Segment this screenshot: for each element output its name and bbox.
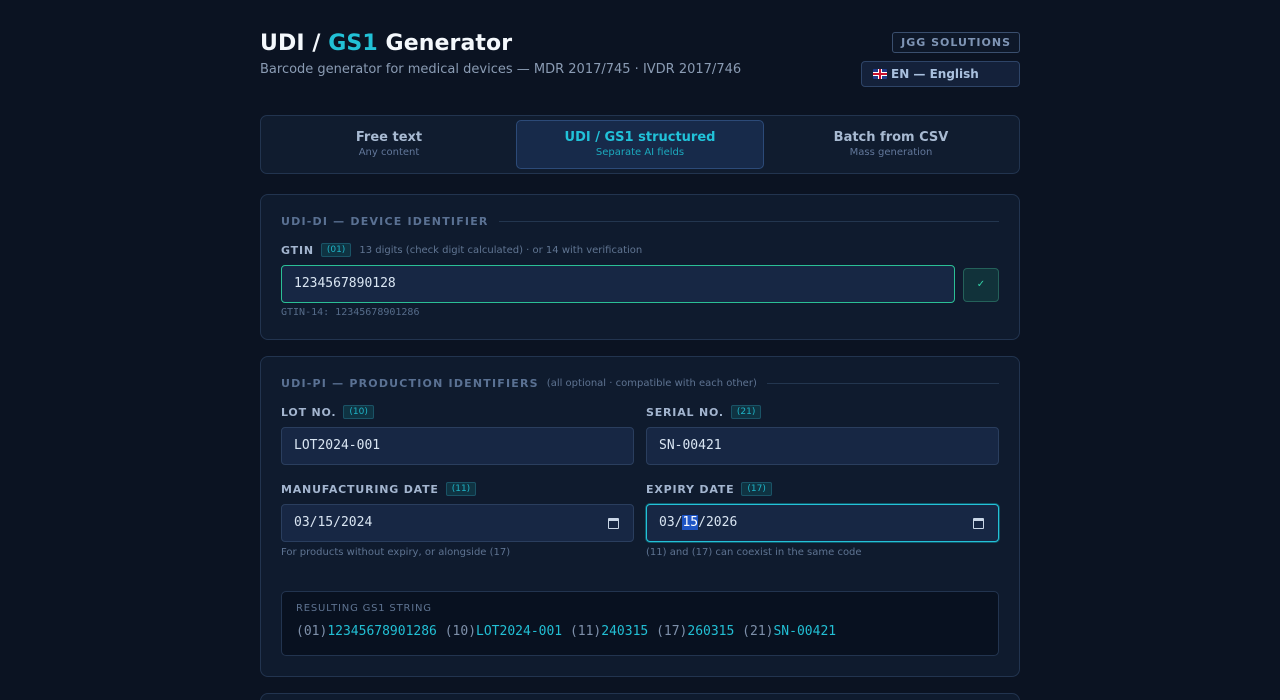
ai-code: (01): [296, 624, 328, 639]
ai-value: 260315: [687, 624, 735, 639]
tab-sublabel: Any content: [358, 147, 420, 158]
exp-label: EXPIRY DATE: [646, 482, 735, 496]
title-part: UDI /: [260, 31, 329, 56]
gs1-string: (01)12345678901286 (10)LOT2024-001 (11)2…: [296, 624, 836, 639]
tab-free-text[interactable]: Free text Any content: [265, 120, 513, 169]
gtin-input[interactable]: 1234567890128: [281, 265, 955, 303]
section-header: UDI-PI — PRODUCTION IDENTIFIERS (all opt…: [281, 375, 999, 391]
tab-udi-gs1-structured[interactable]: UDI / GS1 structured Separate AI fields: [516, 120, 764, 169]
mfg-date-value: 03/15/2024: [294, 515, 373, 530]
title-part: Generator: [377, 31, 513, 56]
udi-di-card: UDI-DI — DEVICE IDENTIFIER GTIN (01) 13 …: [260, 194, 1020, 340]
ai-code: (21): [742, 624, 774, 639]
ai-code: (10): [444, 624, 477, 639]
exp-label-row: EXPIRY DATE (17): [646, 482, 772, 496]
mfg-note: For products without expiry, or alongsid…: [281, 547, 511, 558]
tab-sublabel: Mass generation: [849, 147, 933, 158]
page-subtitle: Barcode generator for medical devices — …: [260, 62, 742, 77]
ai-badge: (10): [343, 405, 374, 419]
gtin-label-row: GTIN (01) 13 digits (check digit calcula…: [281, 243, 642, 257]
language-selector[interactable]: EN — English: [861, 61, 1020, 87]
ai-value: SN-00421: [773, 624, 837, 639]
title-accent: GS1: [328, 31, 378, 56]
serial-input[interactable]: SN-00421: [646, 427, 999, 465]
section-title: UDI-DI — DEVICE IDENTIFIER: [281, 214, 489, 228]
udi-pi-card: UDI-PI — PRODUCTION IDENTIFIERS (all opt…: [260, 356, 1020, 677]
ai-value: 12345678901286: [327, 624, 437, 639]
serial-label-row: SERIAL NO. (21): [646, 405, 762, 419]
section-note: (all optional · compatible with each oth…: [546, 377, 757, 389]
expiry-day-selected: 15: [682, 515, 699, 530]
mfg-date-input[interactable]: 03/15/2024: [281, 504, 634, 542]
next-card: [260, 693, 1020, 700]
check-icon[interactable]: ✓: [963, 268, 999, 302]
section-header: UDI-DI — DEVICE IDENTIFIER: [281, 213, 999, 229]
calendar-icon[interactable]: [973, 518, 984, 529]
brand-badge: JGG SOLUTIONS: [892, 32, 1020, 53]
page-title: UDI / GS1 Generator: [260, 31, 512, 56]
ai-code: (17): [656, 624, 688, 639]
lot-label: LOT NO.: [281, 405, 337, 419]
divider: [498, 220, 999, 222]
calendar-icon[interactable]: [608, 518, 619, 529]
tab-label: Free text: [355, 130, 423, 145]
ai-code: (11): [569, 624, 602, 639]
exp-note: (11) and (17) can coexist in the same co…: [646, 547, 862, 558]
section-title: UDI-PI — PRODUCTION IDENTIFIERS: [281, 376, 539, 390]
expiry-month: 03/: [659, 515, 683, 530]
ai-badge: (17): [741, 482, 772, 496]
language-label: EN — English: [891, 67, 979, 81]
gs1-result-box: RESULTING GS1 STRING (01)12345678901286 …: [281, 591, 999, 656]
gtin-hint: 13 digits (check digit calculated) · or …: [359, 244, 643, 256]
mode-tabs: Free text Any content UDI / GS1 structur…: [260, 115, 1020, 174]
ai-value: LOT2024-001: [476, 624, 563, 639]
divider: [766, 382, 999, 384]
result-label: RESULTING GS1 STRING: [296, 603, 432, 614]
tab-label: Batch from CSV: [833, 130, 949, 145]
ai-badge: (11): [445, 482, 477, 496]
serial-label: SERIAL NO.: [646, 405, 724, 419]
mfg-label: MANUFACTURING DATE: [281, 482, 439, 496]
ai-badge: (21): [730, 405, 762, 419]
lot-input[interactable]: LOT2024-001: [281, 427, 634, 465]
mfg-label-row: MANUFACTURING DATE (11): [281, 482, 477, 496]
gtin-label: GTIN: [281, 243, 314, 257]
expiry-date-input[interactable]: 03/15/2026: [646, 504, 999, 542]
gtin14-note: GTIN-14: 12345678901286: [281, 307, 420, 318]
ai-badge: (01): [320, 243, 352, 257]
lot-label-row: LOT NO. (10): [281, 405, 374, 419]
uk-flag-icon: [873, 69, 887, 79]
tab-sublabel: Separate AI fields: [595, 147, 685, 158]
tab-label: UDI / GS1 structured: [564, 130, 716, 145]
tab-batch-csv[interactable]: Batch from CSV Mass generation: [767, 120, 1015, 169]
ai-value: 240315: [601, 624, 649, 639]
expiry-year: /2026: [698, 515, 738, 530]
